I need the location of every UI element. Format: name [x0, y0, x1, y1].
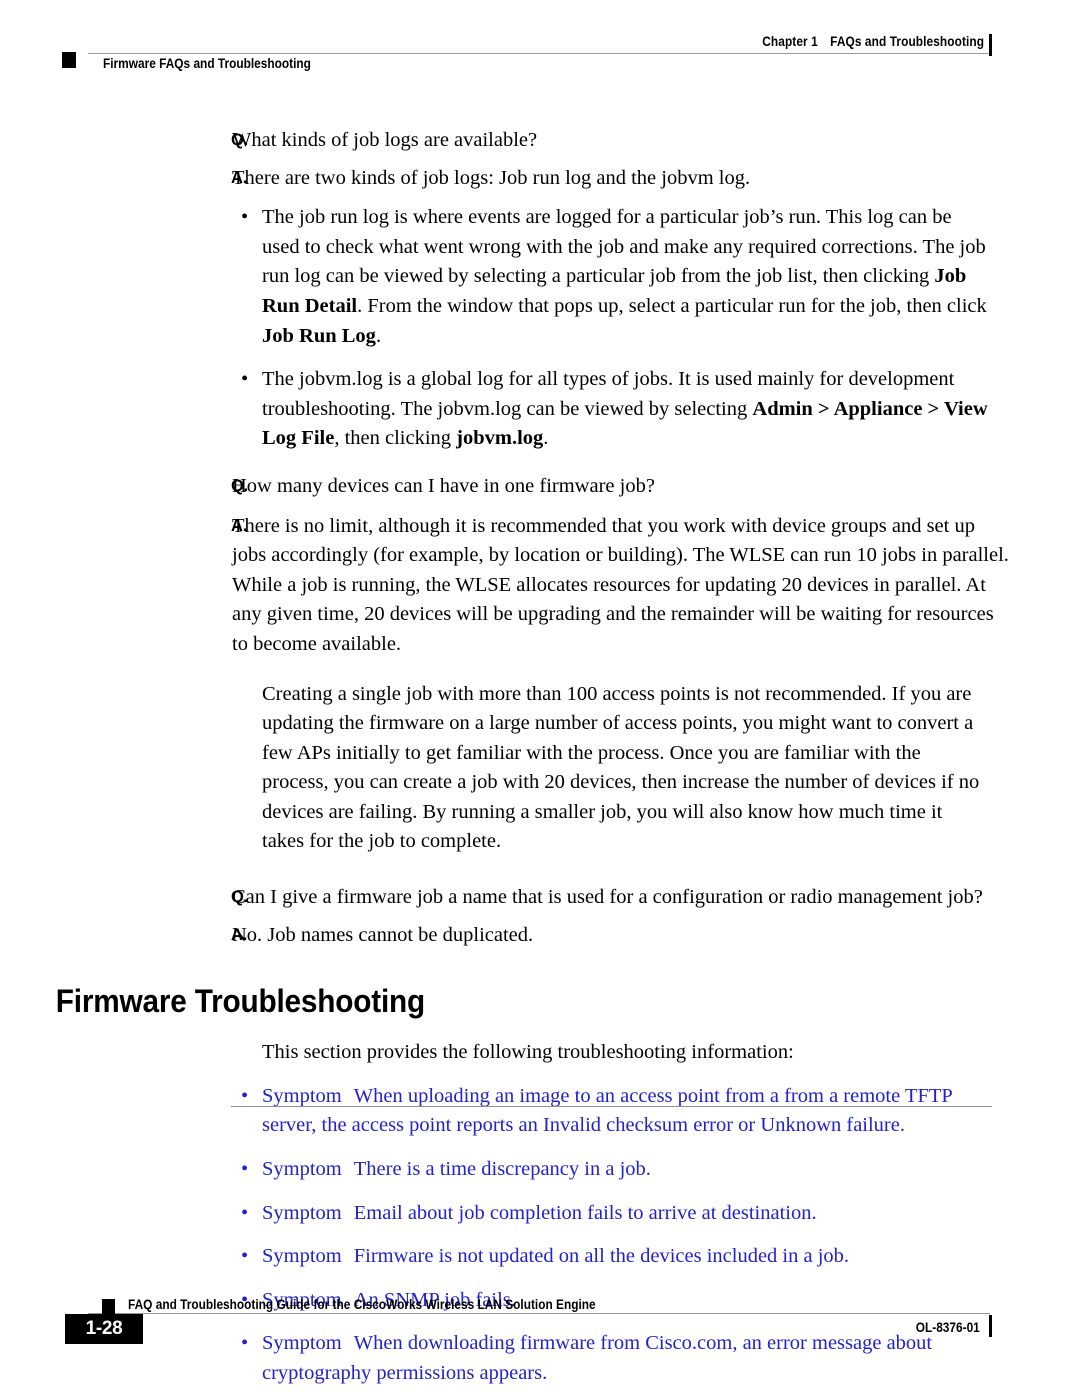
- symptom-label: Symptom: [262, 1158, 342, 1181]
- page-number-badge: 1-28: [65, 1314, 143, 1344]
- symptom-label: Symptom: [262, 1201, 342, 1224]
- page-body: Q. What kinds of job logs are available?…: [0, 126, 1080, 1397]
- footer-bullet-square-icon: [102, 1299, 115, 1315]
- header-chapter-title: FAQs and Troubleshooting: [830, 34, 984, 49]
- header-chapter-label: Chapter 1: [762, 34, 818, 49]
- question-text: How many devices can I have in one firmw…: [232, 474, 655, 497]
- symptom-link-text[interactable]: When uploading an image to an access poi…: [262, 1085, 952, 1137]
- symptom-link-text[interactable]: There is a time discrepancy in a job.: [354, 1158, 651, 1180]
- footer-document-id: OL-8376-01: [915, 1320, 980, 1335]
- answer-text: There is no limit, although it is recomm…: [232, 514, 1009, 655]
- footer-divider-rule: [88, 1313, 990, 1314]
- document-page: Chapter 1 FAQs and Troubleshooting Firmwa…: [0, 0, 1080, 1397]
- header-right-marker: [989, 34, 992, 56]
- symptom-link-1[interactable]: • Symptom When uploading an image to an ac…: [0, 1082, 1080, 1141]
- section-intro-text: This section provides the following trou…: [262, 1041, 794, 1064]
- bullet-text-part-1: The job run log is where events are logg…: [262, 206, 986, 288]
- symptom-link-text[interactable]: Firmware is not updated on all the devic…: [354, 1245, 849, 1267]
- symptom-link-2[interactable]: • Symptom There is a time discrepancy in a…: [0, 1155, 1080, 1185]
- faq-answer-3: A. No. Job names cannot be duplicated.: [0, 921, 1080, 951]
- symptom-link-4[interactable]: • Symptom Firmware is not updated on all t…: [0, 1242, 1080, 1272]
- faq-answer-2: A. There is no limit, although it is rec…: [0, 512, 1080, 660]
- bullet-text-part-2: . From the window that pops up, select a…: [357, 294, 987, 317]
- bullet-text-part-3: .: [375, 324, 382, 347]
- bullet-glyph: •: [241, 206, 249, 229]
- page-header: Chapter 1 FAQs and Troubleshooting Firmwa…: [0, 0, 1080, 90]
- header-bullet-square-icon: [62, 52, 76, 68]
- header-chapter-reference: Chapter 1 FAQs and Troubleshooting: [762, 34, 984, 49]
- bullet-glyph: •: [241, 1201, 249, 1224]
- bullet-glyph: •: [241, 1158, 249, 1181]
- question-text: Can I give a firmware job a name that is…: [232, 886, 983, 909]
- bullet-glyph: •: [241, 368, 249, 391]
- answer-tag: A.: [231, 516, 248, 535]
- answer-tag: A.: [231, 925, 248, 944]
- footer-right-marker: [989, 1315, 992, 1337]
- header-divider-rule: [88, 53, 990, 54]
- faq-question-3: Q. Can I give a firmware job a name that…: [0, 883, 1080, 913]
- question-tag: Q.: [231, 131, 249, 149]
- question-tag: Q.: [231, 888, 249, 907]
- bullet-text-part-2: , then clicking: [334, 427, 457, 450]
- faq-question-1: Q. What kinds of job logs are available?: [0, 126, 1080, 156]
- faq-answer-1: A. There are two kinds of job logs: Job …: [0, 164, 1080, 194]
- footer-guide-title: FAQ and Troubleshooting Guide for the Ci…: [128, 1297, 596, 1312]
- bullet-glyph: •: [241, 1245, 249, 1268]
- answer-text: No. Job names cannot be duplicated.: [232, 923, 534, 946]
- faq-answer-2-paragraph-2: Creating a single job with more than 100…: [262, 682, 980, 853]
- symptom-label: Symptom: [262, 1245, 342, 1268]
- question-text: What kinds of job logs are available?: [232, 129, 538, 151]
- faq-bullet-1: • The job run log is where events are log…: [0, 203, 1080, 351]
- faq-question-2: Q. How many devices can I have in one fi…: [0, 472, 1080, 502]
- symptom-label: Symptom: [262, 1084, 342, 1107]
- answer-text: There are two kinds of job logs: Job run…: [232, 166, 751, 189]
- symptom-link-text[interactable]: Email about job completion fails to arri…: [354, 1202, 817, 1224]
- answer-tag: A.: [231, 168, 248, 187]
- header-section-title: Firmware FAQs and Troubleshooting: [103, 56, 311, 71]
- question-tag: Q.: [231, 476, 249, 495]
- section-heading-firmware-troubleshooting: Firmware Troubleshooting: [55, 983, 426, 1020]
- bullet-bold-jobvm-log: jobvm.log: [456, 427, 544, 450]
- page-footer: FAQ and Troubleshooting Guide for the Ci…: [0, 1277, 1080, 1397]
- bullet-text-part-3: .: [543, 427, 549, 450]
- bullet-bold-job-run-log: Job Run Log: [262, 324, 376, 347]
- content-bottom-rule: [231, 1106, 992, 1107]
- symptom-link-3[interactable]: • Symptom Email about job completion fails…: [0, 1199, 1080, 1229]
- faq-bullet-2: • The jobvm.log is a global log for all t…: [0, 365, 1080, 454]
